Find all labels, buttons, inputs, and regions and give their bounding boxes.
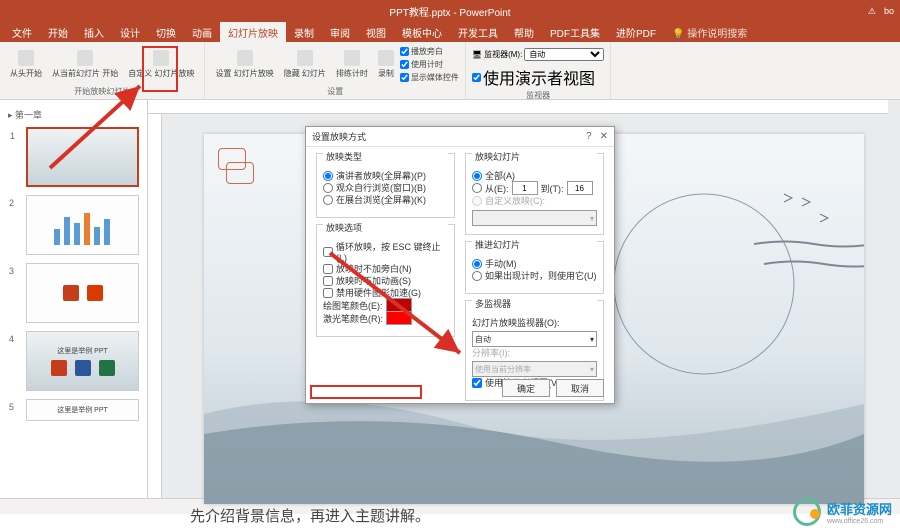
dialog-titlebar[interactable]: 设置放映方式 ? ✕ xyxy=(306,127,614,147)
ribbon-group-setup: 设置 幻灯片放映 隐藏 幻灯片 排练计时 录制 播放旁白 使用计时 显示媒体控件… xyxy=(205,42,465,99)
setup-icon xyxy=(237,50,253,66)
comment-icon xyxy=(226,162,254,184)
tab-animations[interactable]: 动画 xyxy=(184,22,220,43)
notes-text: 先介绍背景信息，再进入主题讲解。 xyxy=(190,505,430,526)
tab-home[interactable]: 开始 xyxy=(40,22,76,43)
to-spinner[interactable] xyxy=(567,181,593,195)
ruler-vertical xyxy=(148,114,162,498)
monitor-icon: 🖥 xyxy=(472,50,482,59)
group-label: 开始放映幻灯片 xyxy=(74,85,130,97)
cancel-button[interactable]: 取消 xyxy=(556,379,604,397)
tab-help[interactable]: 帮助 xyxy=(506,22,542,43)
highlight-annotation xyxy=(142,46,178,92)
rehearse-button[interactable]: 排练计时 xyxy=(332,44,372,85)
setup-show-button[interactable]: 设置 幻灯片放映 xyxy=(211,44,277,85)
tab-advpdf[interactable]: 进阶PDF xyxy=(608,22,664,43)
from-current-button[interactable]: 从当前幻灯片 开始 xyxy=(48,44,122,85)
tab-file[interactable]: 文件 xyxy=(4,22,40,43)
fieldset-show-slides: 放映幻灯片 全部(A) 从(E):到(T): 自定义放映(C): ▾ xyxy=(465,153,604,235)
tell-me[interactable]: 💡 操作说明搜索 xyxy=(664,22,755,43)
radio-use-timings[interactable]: 如果出现计时，则使用它(U) xyxy=(472,269,597,282)
tab-slideshow[interactable]: 幻灯片放映 xyxy=(220,22,286,43)
titlebar: PPT教程.pptx - PowerPoint ⚠ bo xyxy=(0,0,900,22)
warn-icon: ⚠ xyxy=(868,6,876,17)
tab-dev[interactable]: 开发工具 xyxy=(450,22,506,43)
media-controls-check[interactable]: 显示媒体控件 xyxy=(400,72,459,83)
custom-show-combo: ▾ xyxy=(472,210,597,226)
monitor-combo[interactable]: 自动▾ xyxy=(472,331,597,347)
timer-icon xyxy=(344,50,360,66)
tab-record[interactable]: 录制 xyxy=(286,22,322,43)
record-button[interactable]: 录制 xyxy=(374,44,398,85)
from-spinner[interactable] xyxy=(512,181,538,195)
group-label: 设置 xyxy=(327,85,343,97)
play-narration-check[interactable]: 播放旁白 xyxy=(400,46,459,57)
tab-templates[interactable]: 模板中心 xyxy=(394,22,450,43)
dialog-close-button[interactable]: ✕ xyxy=(600,131,608,142)
section-label[interactable]: ▸ 第一章 xyxy=(0,106,147,123)
tab-transitions[interactable]: 切换 xyxy=(148,22,184,43)
hide-icon xyxy=(297,50,313,66)
setup-show-dialog: 设置放映方式 ? ✕ 放映类型 演讲者放映(全屏幕)(P) 观众自行浏览(窗口)(… xyxy=(305,126,615,404)
use-timings-check[interactable]: 使用计时 xyxy=(400,59,459,70)
slide-panel[interactable]: ▸ 第一章 1 2 3 4这里是举例 PPT 5这里是举例 PPT xyxy=(0,100,148,498)
fieldset-show-options: 放映选项 循环放映，按 ESC 键终止(L) 放映时不加旁白(N) 放映时不加动… xyxy=(316,224,455,337)
dialog-help-button[interactable]: ? xyxy=(586,131,592,142)
monitor-select[interactable]: 自动 xyxy=(524,48,604,61)
from-beginning-button[interactable]: 从头开始 xyxy=(6,44,46,85)
resolution-combo: 使用当前分辨率▾ xyxy=(472,361,597,377)
ribbon: 从头开始 从当前幻灯片 开始 自定义 幻灯片放映 开始放映幻灯片 设置 幻灯片放… xyxy=(0,42,900,100)
slide-thumb-1[interactable]: 1 xyxy=(26,127,139,187)
play-current-icon xyxy=(77,50,93,66)
slide-thumb-4[interactable]: 4这里是举例 PPT xyxy=(26,331,139,391)
slide-thumb-3[interactable]: 3 xyxy=(26,263,139,323)
watermark-logo-icon xyxy=(793,498,821,526)
menubar: 文件 开始 插入 设计 切换 动画 幻灯片放映 录制 审阅 视图 模板中心 开发… xyxy=(0,22,900,42)
ok-button[interactable]: 确定 xyxy=(502,379,550,397)
pen-color-picker[interactable] xyxy=(386,298,412,312)
radio-kiosk[interactable]: 在展台浏览(全屏幕)(K) xyxy=(323,193,448,206)
laser-color-picker[interactable] xyxy=(386,311,412,325)
slide-thumb-5[interactable]: 5这里是举例 PPT xyxy=(26,399,139,421)
highlight-annotation xyxy=(310,385,422,399)
app-title: PPT教程.pptx - PowerPoint xyxy=(389,4,510,19)
dialog-title-text: 设置放映方式 xyxy=(312,130,366,143)
tab-pdftools[interactable]: PDF工具集 xyxy=(542,22,608,43)
play-icon xyxy=(18,50,34,66)
tab-design[interactable]: 设计 xyxy=(112,22,148,43)
presenter-view-check[interactable]: 使用演示者视图 xyxy=(472,65,595,89)
fieldset-advance: 推进幻灯片 手动(M) 如果出现计时，则使用它(U) xyxy=(465,241,604,294)
radio-range-slides[interactable]: 从(E):到(T): xyxy=(472,181,597,195)
record-icon xyxy=(378,50,394,66)
ribbon-group-monitors: 🖥 监视器(M): 自动 使用演示者视图 监视器 xyxy=(466,42,611,99)
fieldset-show-type: 放映类型 演讲者放映(全屏幕)(P) 观众自行浏览(窗口)(B) 在展台浏览(全… xyxy=(316,153,455,218)
user-name: bo xyxy=(884,6,894,16)
hide-slide-button[interactable]: 隐藏 幻灯片 xyxy=(280,44,330,85)
tab-review[interactable]: 审阅 xyxy=(322,22,358,43)
monitor-select-row: 🖥 监视器(M): 自动 xyxy=(472,48,604,61)
ruler-horizontal xyxy=(148,100,888,114)
radio-custom-show: 自定义放映(C): xyxy=(472,194,597,207)
tab-insert[interactable]: 插入 xyxy=(76,22,112,43)
check-loop[interactable]: 循环放映，按 ESC 键终止(L) xyxy=(323,240,448,263)
tab-view[interactable]: 视图 xyxy=(358,22,394,43)
watermark: 欧菲资源网www.office26.com xyxy=(793,498,892,526)
slide-thumb-2[interactable]: 2 xyxy=(26,195,139,255)
